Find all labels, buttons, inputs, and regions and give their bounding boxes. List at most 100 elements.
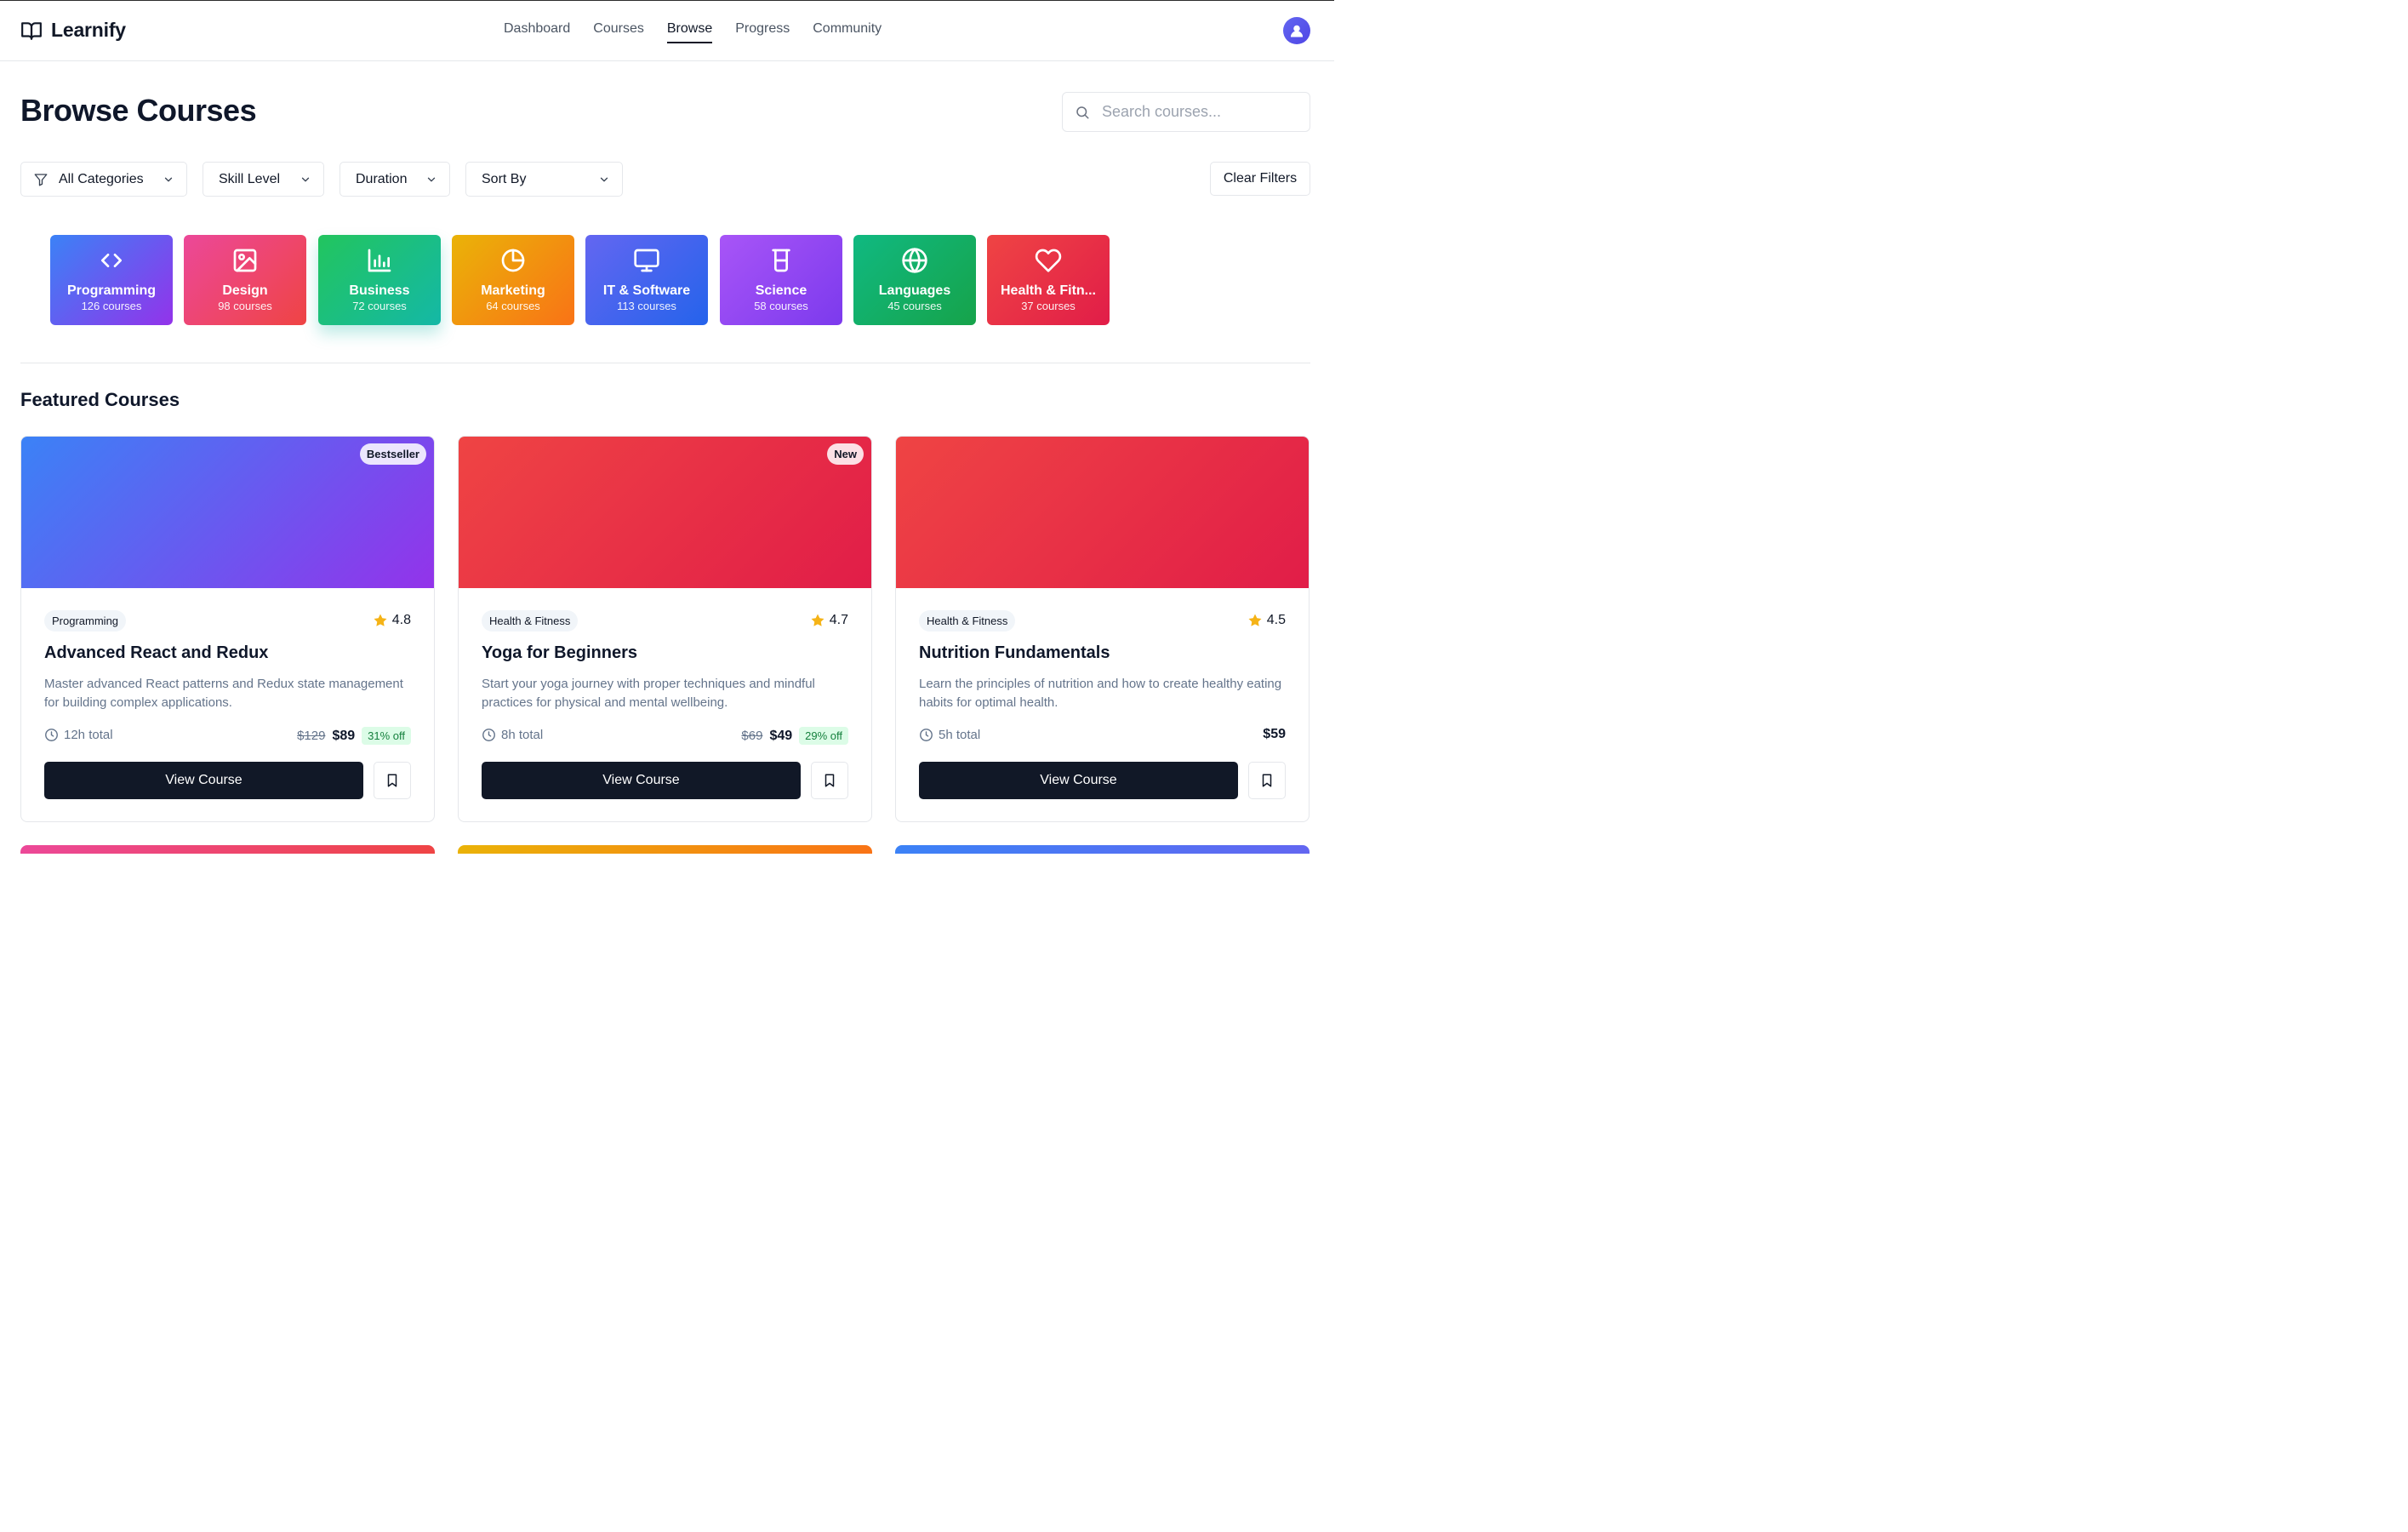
bookmark-button[interactable] (374, 762, 411, 799)
category-tile-health-fitness[interactable]: Health & Fitn... 37 courses (987, 235, 1110, 325)
main-nav: Dashboard Courses Browse Progress Commun… (504, 20, 882, 43)
sort-by-dropdown[interactable]: Sort By (465, 162, 623, 197)
course-price: $59 (1263, 727, 1286, 742)
nav-community[interactable]: Community (813, 20, 882, 43)
rating-value: 4.8 (391, 613, 411, 627)
category-count: 45 courses (887, 300, 942, 312)
category-tile-marketing[interactable]: Marketing 64 courses (452, 235, 574, 325)
course-banner[interactable] (896, 437, 1309, 588)
open-book-icon (21, 21, 42, 40)
chevron-down-icon (301, 177, 310, 182)
chevron-down-icon (427, 177, 436, 182)
pie-chart-icon (501, 249, 525, 272)
course-title[interactable]: Advanced React and Redux (44, 643, 268, 663)
course-duration: 12h total (44, 728, 113, 742)
category-tile-it-software[interactable]: IT & Software 113 courses (585, 235, 708, 325)
course-rating: 4.5 (1247, 613, 1286, 628)
original-price: $129 (297, 729, 326, 743)
course-card: Health & Fitness 4.5 Nutrition Fundament… (895, 436, 1310, 822)
view-course-button[interactable]: View Course (919, 762, 1238, 799)
course-banner[interactable] (459, 437, 871, 588)
course-rating: 4.7 (810, 613, 848, 628)
star-icon (811, 614, 825, 626)
category-count: 58 courses (754, 300, 808, 312)
course-category-tag: Health & Fitness (919, 610, 1016, 632)
course-rating: 4.8 (373, 613, 411, 628)
nav-browse[interactable]: Browse (666, 20, 713, 43)
bookmark-icon (1262, 774, 1272, 787)
category-count: 72 courses (352, 300, 407, 312)
clock-icon (920, 729, 933, 741)
course-price: $69 $49 29% off (741, 727, 848, 745)
bookmark-icon (387, 774, 397, 787)
category-tile-design[interactable]: Design 98 courses (184, 235, 306, 325)
clock-icon (45, 729, 58, 741)
category-name: Business (349, 283, 410, 298)
course-card-peek (895, 845, 1310, 854)
course-card-peek (20, 845, 435, 854)
featured-courses-heading: Featured Courses (20, 389, 180, 410)
search-input[interactable] (1102, 103, 1298, 121)
course-title[interactable]: Nutrition Fundamentals (919, 643, 1110, 663)
category-count: 126 courses (81, 300, 142, 312)
page-title: Browse Courses (20, 93, 257, 128)
course-card: New Health & Fitness 4.7 Yoga for Beginn… (458, 436, 872, 822)
sort-by-label: Sort By (482, 171, 527, 186)
search-box[interactable] (1062, 92, 1310, 132)
course-card: Bestseller Programming 4.8 Advanced Reac… (20, 436, 435, 822)
duration-dropdown[interactable]: Duration (340, 162, 450, 197)
nav-progress[interactable]: Progress (735, 20, 790, 43)
image-icon (233, 249, 257, 272)
category-count: 98 courses (218, 300, 272, 312)
course-category-tag: Health & Fitness (482, 610, 579, 632)
category-name: Design (222, 283, 268, 298)
category-filter-label: All Categories (59, 171, 144, 186)
duration-label: Duration (356, 171, 408, 186)
category-name: Science (755, 283, 807, 298)
category-count: 64 courses (486, 300, 540, 312)
course-description: Learn the principles of nutrition and ho… (919, 677, 1282, 710)
original-price: $69 (741, 729, 763, 743)
bookmark-button[interactable] (1248, 762, 1286, 799)
skill-level-dropdown[interactable]: Skill Level (203, 162, 324, 197)
globe-icon (902, 248, 927, 273)
heart-icon (1035, 249, 1062, 272)
search-icon (1076, 106, 1089, 118)
category-filter-dropdown[interactable]: All Categories (20, 162, 187, 197)
discount-badge: 31% off (362, 727, 411, 745)
rating-value: 4.5 (1266, 613, 1286, 627)
monitor-icon (634, 249, 659, 272)
current-price: $89 (332, 728, 356, 743)
view-course-button[interactable]: View Course (44, 762, 363, 799)
nav-dashboard[interactable]: Dashboard (504, 20, 570, 43)
bookmark-button[interactable] (811, 762, 848, 799)
nav-courses[interactable]: Courses (593, 20, 644, 43)
category-name: Languages (878, 283, 951, 298)
bar-chart-icon (368, 249, 391, 272)
skill-level-label: Skill Level (219, 171, 281, 186)
category-tile-programming[interactable]: Programming 126 courses (50, 235, 173, 325)
star-icon (374, 614, 387, 626)
course-badge: New (827, 443, 864, 465)
avatar[interactable] (1283, 17, 1310, 44)
filter-icon (34, 174, 48, 186)
category-count: 113 courses (617, 300, 676, 312)
course-duration: 5h total (919, 728, 980, 742)
course-description: Start your yoga journey with proper tech… (482, 677, 815, 710)
user-icon (1290, 25, 1304, 37)
duration-text: 8h total (501, 728, 544, 742)
category-tile-business[interactable]: Business 72 courses (318, 235, 441, 325)
course-duration: 8h total (482, 728, 543, 742)
duration-text: 5h total (939, 728, 981, 742)
course-badge: Bestseller (359, 443, 426, 465)
category-tile-science[interactable]: Science 58 courses (720, 235, 842, 325)
category-tile-languages[interactable]: Languages 45 courses (853, 235, 976, 325)
view-course-button[interactable]: View Course (482, 762, 801, 799)
brand-logo[interactable]: Learnify (20, 19, 126, 42)
clear-filters-button[interactable]: Clear Filters (1210, 162, 1310, 196)
current-price: $49 (769, 728, 793, 743)
course-title[interactable]: Yoga for Beginners (482, 643, 637, 663)
top-navigation-bar: Learnify Dashboard Courses Browse Progre… (0, 1, 1334, 61)
star-icon (1248, 614, 1262, 626)
category-count: 37 courses (1021, 300, 1076, 312)
